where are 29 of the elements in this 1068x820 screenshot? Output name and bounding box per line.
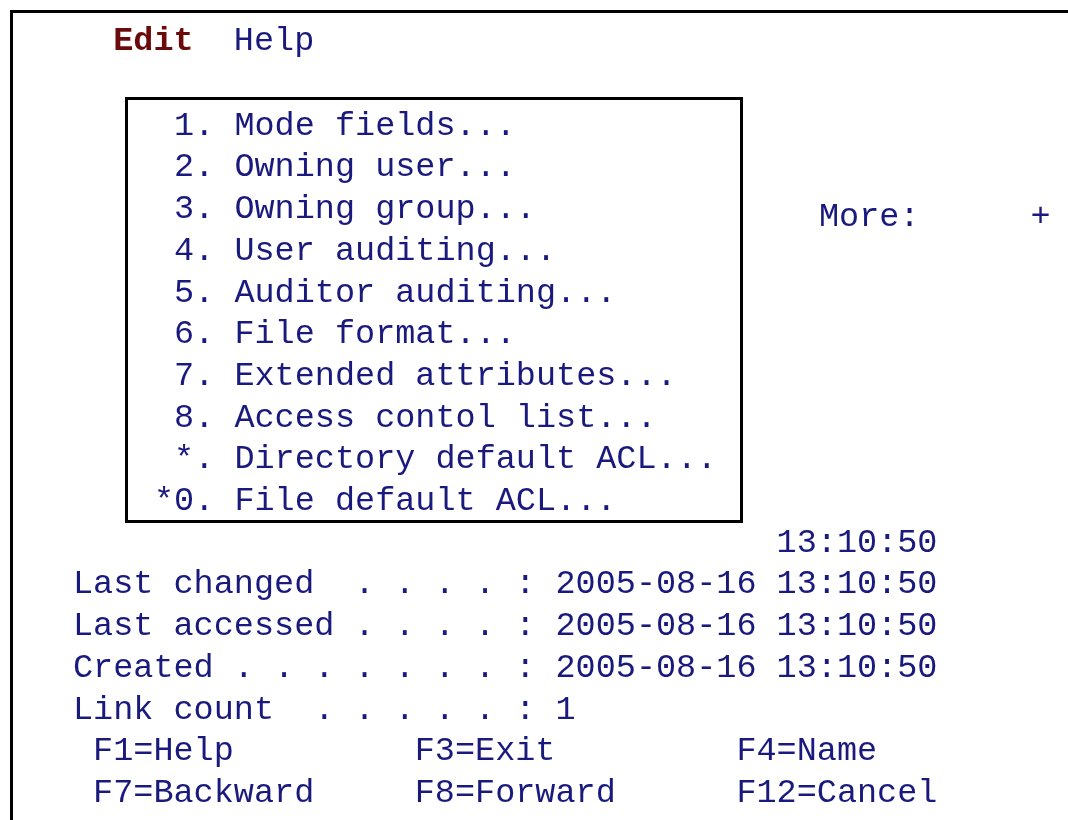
menu-bar-item[interactable]: Edit [113,21,194,63]
field-value: 2005-08-16 13:10:50 [555,607,938,646]
function-key[interactable]: F1=Help [73,731,395,773]
field-value: 1 [555,690,576,729]
menu-option[interactable]: 2. Owning user... [154,147,516,190]
menu-option[interactable]: 6. File format... [154,314,516,356]
field-label: Link count . . . . . : [73,689,537,731]
more-label: More: [819,196,920,238]
time-value: 13:10:50 [776,523,938,562]
menu-option[interactable]: *. Directory default ACL... [154,439,717,482]
menu-option[interactable]: 4. User auditing... [154,230,557,273]
field-value: 2005-08-16 13:10:50 [555,648,938,687]
function-key[interactable]: F7=Backward [73,772,395,815]
field-label: Last accessed . . . . : [73,606,537,648]
field-label: Created . . . . . . . : [73,647,537,689]
function-key[interactable]: F3=Exit [394,731,717,773]
menu-option[interactable]: 3. Owning group... [154,189,536,231]
menu-option[interactable]: 5. Auditor auditing... [154,272,617,315]
menu-option[interactable]: 1. Mode fields... [154,105,516,148]
function-key[interactable]: F12=Cancel [716,772,1038,815]
menu-option[interactable]: 7. Extended attributes... [154,355,677,398]
field-value: 2005-08-16 13:10:50 [555,565,938,604]
field-label: Last changed . . . . : [73,564,537,606]
function-key[interactable]: F4=Name [716,731,1038,773]
function-key[interactable]: F8=Forward [394,772,717,815]
menu-bar-item[interactable]: Help [233,21,315,63]
menu-option[interactable]: *0. File default ACL... [154,481,617,523]
more-indicator: + [1030,196,1051,238]
menu-option[interactable]: 8. Access contol list... [154,397,657,440]
